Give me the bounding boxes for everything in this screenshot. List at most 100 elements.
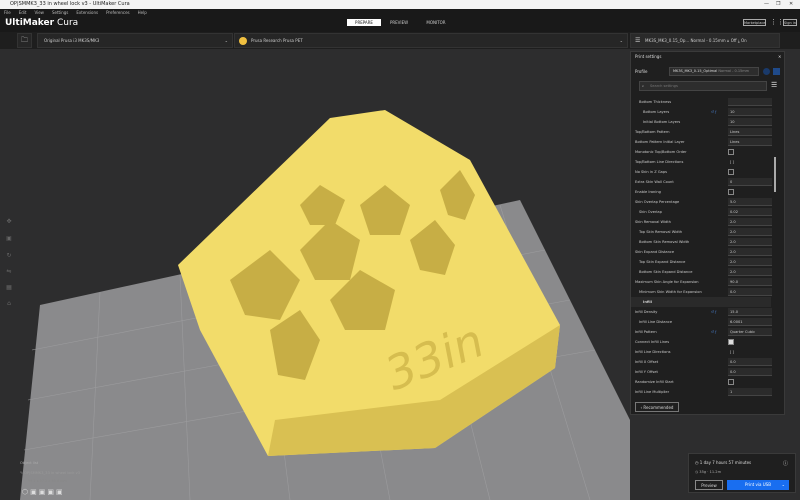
setting-input[interactable]: 1	[728, 388, 772, 396]
setting-checkbox[interactable]	[728, 169, 734, 175]
menu-view[interactable]: View	[34, 10, 44, 15]
setting-row[interactable]: Monotonic Top/Bottom Order	[631, 147, 771, 157]
setting-checkbox[interactable]	[728, 379, 734, 385]
setting-input[interactable]: 0.0	[728, 368, 772, 376]
front-view-icon[interactable]: ▣	[30, 488, 39, 496]
setting-row[interactable]: Randomize Infill Start	[631, 377, 771, 387]
right-view-icon[interactable]: ▣	[56, 488, 65, 496]
menu-extensions[interactable]: Extensions	[76, 10, 98, 15]
left-view-icon[interactable]: ▣	[47, 488, 56, 496]
settings-menu-icon[interactable]: ☰	[771, 81, 777, 89]
recommended-button[interactable]: ‹ Recommended	[635, 402, 679, 412]
setting-row[interactable]: Infill Density ↺ ƒ 15.0	[631, 307, 772, 317]
close-button[interactable]: ✕	[789, 0, 793, 9]
chevron-down-icon[interactable]: ⌄	[782, 480, 785, 489]
reset-setting-icon[interactable]: ↺ ƒ	[711, 327, 716, 337]
setting-row[interactable]: Initial Bottom Layers 10	[631, 117, 772, 127]
setting-row[interactable]: Skin Expand Distance 2.0	[631, 247, 772, 257]
setting-input[interactable]: 6.0001	[728, 318, 772, 326]
setting-row[interactable]: Minimum Skin Width for Expansion 0.0	[631, 287, 772, 297]
setting-row[interactable]: Enable Ironing	[631, 187, 771, 197]
setting-dropdown[interactable]: Quarter Cubic	[728, 328, 772, 336]
menu-file[interactable]: File	[4, 10, 11, 15]
settings-scrollbar[interactable]	[774, 157, 776, 192]
open-file-button[interactable]: 🗀	[17, 33, 32, 48]
sign-in-button[interactable]: Sign in	[783, 19, 797, 26]
rotate-tool-icon[interactable]: ↻	[4, 252, 14, 262]
search-settings-input[interactable]: ⌕ Search settings	[639, 81, 767, 91]
setting-row[interactable]: Top Skin Removal Width 2.0	[631, 227, 772, 237]
tab-monitor[interactable]: MONITOR	[422, 19, 450, 26]
setting-row[interactable]: Top/Bottom Pattern Lines	[631, 127, 772, 137]
setting-checkbox[interactable]	[728, 149, 734, 155]
setting-dropdown[interactable]: Lines	[728, 128, 772, 136]
setting-row[interactable]: Infill Y Offset 0.0	[631, 367, 772, 377]
setting-row[interactable]: Bottom Skin Removal Width 2.0	[631, 237, 772, 247]
menu-settings[interactable]: Settings	[52, 10, 68, 15]
setting-input[interactable]: 2.0	[728, 228, 772, 236]
setting-row[interactable]: Top Skin Expand Distance 2.0	[631, 257, 772, 267]
scale-tool-icon[interactable]: ▣	[4, 235, 14, 245]
setting-row[interactable]: Extra Skin Wall Count 0	[631, 177, 772, 187]
apps-grid-icon[interactable]: ⋮⋮	[770, 19, 784, 26]
setting-row[interactable]: Infill Pattern ↺ ƒ Quarter Cubic	[631, 327, 772, 337]
print-settings-selector[interactable]: ☰ MK3S_MK3_0.15_Op... Normal - 0.15mm ⌂ O…	[630, 33, 780, 48]
settings-section-infill[interactable]: Infill	[631, 297, 771, 307]
menu-preferences[interactable]: Preferences	[106, 10, 130, 15]
setting-input[interactable]: 2.0	[728, 238, 772, 246]
support-blocker-icon[interactable]: ⌂	[4, 300, 14, 310]
minimize-button[interactable]: —	[764, 0, 769, 9]
reset-profile-icon[interactable]	[763, 68, 770, 75]
collapse-panel-icon[interactable]: ✕	[778, 54, 781, 59]
setting-row[interactable]: Connect Infill Lines	[631, 337, 771, 347]
material-selector[interactable]: Prusa Research Prusa PET ⌄	[234, 33, 628, 48]
setting-row[interactable]: Bottom Skin Expand Distance 2.0	[631, 267, 772, 277]
setting-row[interactable]: Infill Line Multiplier 1	[631, 387, 772, 397]
mirror-tool-icon[interactable]: ⇋	[4, 268, 14, 278]
move-tool-icon[interactable]: ✥	[4, 218, 14, 228]
setting-row[interactable]: Skin Overlap Percentage 5.0	[631, 197, 772, 207]
tab-prepare[interactable]: PREPARE	[347, 19, 381, 26]
marketplace-button[interactable]: Marketplace	[743, 19, 766, 26]
setting-row[interactable]: Infill Line Directions [ ]	[631, 347, 771, 357]
setting-row[interactable]: Bottom Thickness	[631, 97, 772, 107]
setting-row[interactable]: Skin Overlap 0.02	[631, 207, 772, 217]
setting-input[interactable]	[728, 98, 772, 106]
3d-view-icon[interactable]: ⬡	[22, 488, 30, 496]
menu-edit[interactable]: Edit	[19, 10, 27, 15]
per-model-settings-icon[interactable]: ▦	[4, 284, 14, 294]
setting-row[interactable]: Bottom Layers ↺ ƒ 10	[631, 107, 772, 117]
profile-selector[interactable]: MK3S_MK3_0.15_Optimal Normal - 0.15mm	[669, 67, 759, 76]
setting-input[interactable]: 0.0	[728, 288, 772, 296]
info-icon[interactable]: ⓘ	[783, 460, 788, 467]
setting-row[interactable]: Infill Line Distance 6.0001	[631, 317, 772, 327]
setting-row[interactable]: Infill X Offset 0.0	[631, 357, 772, 367]
reset-setting-icon[interactable]: ↺ ƒ	[711, 307, 716, 317]
object-list-header[interactable]: Object list	[20, 461, 38, 465]
setting-input[interactable]: 15.0	[728, 308, 772, 316]
setting-row[interactable]: Bottom Pattern Initial Layer Lines	[631, 137, 772, 147]
setting-row[interactable]: No Skin in Z Gaps	[631, 167, 771, 177]
setting-value[interactable]: [ ]	[730, 157, 734, 167]
setting-input[interactable]: 0.02	[728, 208, 772, 216]
setting-row[interactable]: Top/Bottom Line Directions [ ]	[631, 157, 771, 167]
setting-row[interactable]: Skin Removal Width 2.0	[631, 217, 772, 227]
setting-input[interactable]: 2.0	[728, 268, 772, 276]
maximize-button[interactable]: ❐	[776, 0, 780, 9]
setting-input[interactable]: 0	[728, 178, 772, 186]
setting-input[interactable]: 10	[728, 118, 772, 126]
setting-row[interactable]: Maximum Skin Angle for Expansion 90.0	[631, 277, 772, 287]
setting-input[interactable]: 2.0	[728, 218, 772, 226]
setting-input[interactable]: 10	[728, 108, 772, 116]
setting-checkbox[interactable]	[728, 339, 734, 345]
setting-checkbox[interactable]	[728, 189, 734, 195]
setting-input[interactable]: 2.0	[728, 248, 772, 256]
edit-icon[interactable]: ✎	[20, 471, 23, 475]
menu-help[interactable]: Help	[138, 10, 147, 15]
setting-dropdown[interactable]: Lines	[728, 138, 772, 146]
tab-preview[interactable]: PREVIEW	[386, 19, 412, 26]
reset-setting-icon[interactable]: ↺ ƒ	[711, 107, 716, 117]
printer-selector[interactable]: Original Prusa i3 MK3S/MK3 ⌄	[37, 33, 233, 48]
setting-input[interactable]: 2.0	[728, 258, 772, 266]
setting-input[interactable]: 0.0	[728, 358, 772, 366]
